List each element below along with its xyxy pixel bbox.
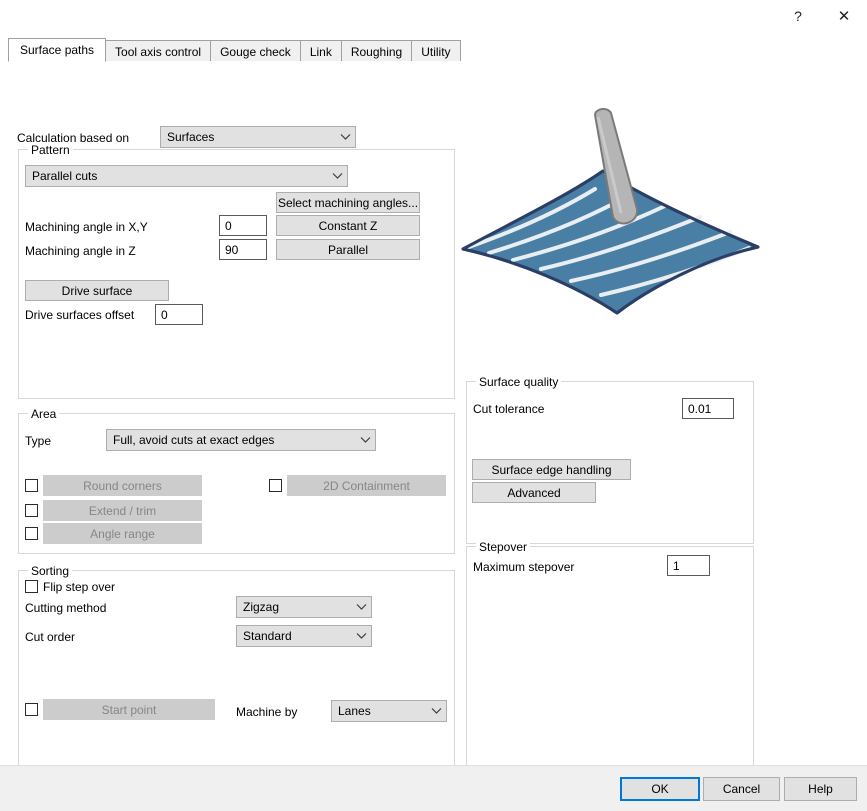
- area-type-value: Full, avoid cuts at exact edges: [113, 433, 355, 447]
- area-type-label: Type: [25, 434, 51, 448]
- machining-angle-z-input[interactable]: [219, 239, 267, 260]
- close-icon[interactable]: ✕: [821, 1, 867, 31]
- surface-edge-handling-button[interactable]: Surface edge handling: [472, 459, 631, 480]
- tab-strip: Surface paths Tool axis control Gouge ch…: [8, 37, 859, 63]
- chevron-down-icon: [351, 632, 371, 640]
- machining-angle-xy-input[interactable]: [219, 215, 267, 236]
- constant-z-button[interactable]: Constant Z: [276, 215, 420, 236]
- calculation-based-on-select[interactable]: Surfaces: [160, 126, 356, 148]
- area-type-select[interactable]: Full, avoid cuts at exact edges: [106, 429, 376, 451]
- round-corners-button[interactable]: Round corners: [43, 475, 202, 496]
- angle-range-checkbox[interactable]: [25, 527, 38, 540]
- cutting-method-label: Cutting method: [25, 601, 106, 615]
- machine-by-label: Machine by: [236, 705, 297, 719]
- parallel-button[interactable]: Parallel: [276, 239, 420, 260]
- start-point-button[interactable]: Start point: [43, 699, 215, 720]
- cutting-method-select[interactable]: Zigzag: [236, 596, 372, 618]
- start-point-checkbox[interactable]: [25, 703, 38, 716]
- drive-surfaces-offset-input[interactable]: [155, 304, 203, 325]
- flip-step-over-label: Flip step over: [43, 580, 115, 594]
- drive-surface-button[interactable]: Drive surface: [25, 280, 169, 301]
- extend-trim-button[interactable]: Extend / trim: [43, 500, 202, 521]
- chevron-down-icon: [351, 603, 371, 611]
- pattern-group-title: Pattern: [28, 143, 73, 157]
- machining-angle-xy-label: Machining angle in X,Y: [25, 220, 148, 234]
- tab-gouge-check[interactable]: Gouge check: [210, 40, 301, 62]
- 2d-containment-checkbox[interactable]: [269, 479, 282, 492]
- cut-order-select[interactable]: Standard: [236, 625, 372, 647]
- machine-by-value: Lanes: [338, 704, 426, 718]
- ok-button[interactable]: OK: [620, 777, 700, 801]
- cut-tolerance-input[interactable]: [682, 398, 734, 419]
- tab-utility[interactable]: Utility: [411, 40, 460, 62]
- tab-surface-paths[interactable]: Surface paths: [8, 38, 106, 62]
- maximum-stepover-label: Maximum stepover: [473, 560, 574, 574]
- cutting-method-value: Zigzag: [243, 600, 351, 614]
- select-machining-angles-button[interactable]: Select machining angles...: [276, 192, 420, 213]
- tab-link[interactable]: Link: [300, 40, 342, 62]
- chevron-down-icon: [355, 436, 375, 444]
- toolpath-illustration: [455, 101, 765, 316]
- title-bar: ? ✕: [0, 0, 867, 33]
- cut-order-label: Cut order: [25, 630, 75, 644]
- help-button[interactable]: ?: [775, 1, 821, 31]
- chevron-down-icon: [327, 172, 347, 180]
- pattern-type-select[interactable]: Parallel cuts: [25, 165, 348, 187]
- pattern-type-value: Parallel cuts: [32, 169, 327, 183]
- cancel-button[interactable]: Cancel: [703, 777, 780, 801]
- stepover-group-title: Stepover: [476, 540, 530, 554]
- chevron-down-icon: [335, 133, 355, 141]
- machine-by-select[interactable]: Lanes: [331, 700, 447, 722]
- 2d-containment-button[interactable]: 2D Containment: [287, 475, 446, 496]
- cut-order-value: Standard: [243, 629, 351, 643]
- chevron-down-icon: [426, 707, 446, 715]
- maximum-stepover-input[interactable]: [667, 555, 710, 576]
- drive-surfaces-offset-label: Drive surfaces offset: [25, 308, 134, 322]
- help-button-footer[interactable]: Help: [784, 777, 857, 801]
- angle-range-button[interactable]: Angle range: [43, 523, 202, 544]
- tab-tool-axis-control[interactable]: Tool axis control: [105, 40, 211, 62]
- stepover-group: Stepover: [466, 546, 754, 773]
- flip-step-over-checkbox[interactable]: [25, 580, 38, 593]
- extend-trim-checkbox[interactable]: [25, 504, 38, 517]
- advanced-button[interactable]: Advanced: [472, 482, 596, 503]
- machining-angle-z-label: Machining angle in Z: [25, 244, 136, 258]
- surface-paths-panel: Calculation based on Surfaces Pattern Pa…: [0, 61, 867, 766]
- sorting-group-title: Sorting: [28, 564, 72, 578]
- calculation-based-on-value: Surfaces: [167, 130, 335, 144]
- dialog-footer: OK Cancel Help: [0, 765, 867, 811]
- area-group-title: Area: [28, 407, 59, 421]
- surface-quality-group-title: Surface quality: [476, 375, 561, 389]
- tab-roughing[interactable]: Roughing: [341, 40, 412, 62]
- cut-tolerance-label: Cut tolerance: [473, 402, 544, 416]
- round-corners-checkbox[interactable]: [25, 479, 38, 492]
